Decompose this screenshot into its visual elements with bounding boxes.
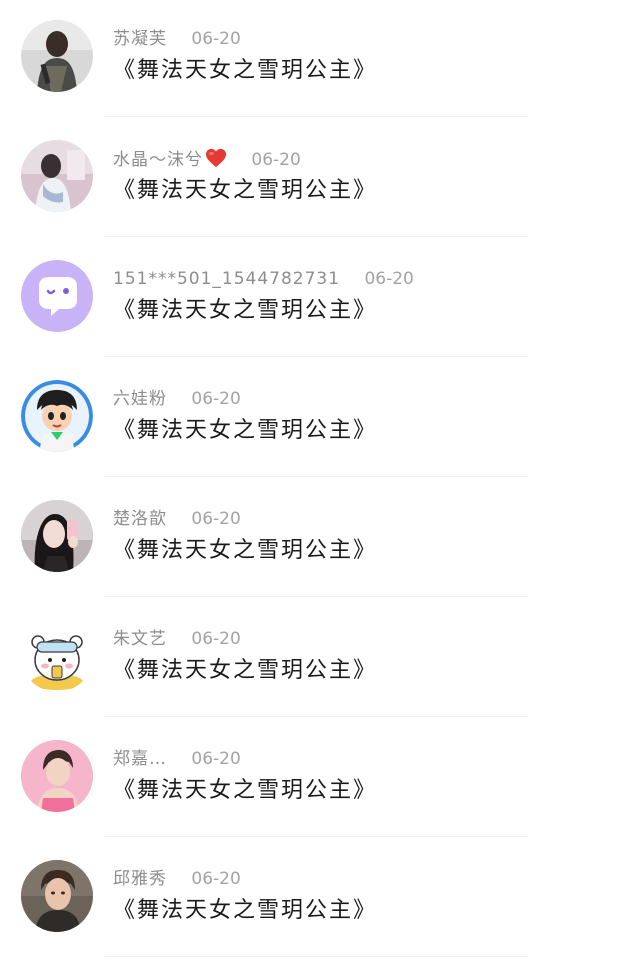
comment-meta: 邱雅秀 06-20 (113, 868, 241, 890)
comment-meta: 朱文艺 06-20 (113, 628, 241, 650)
username[interactable]: 邱雅秀 (113, 868, 167, 890)
comment-meta: 151***501_1544782731 06-20 (113, 268, 414, 290)
comment-date: 06-20 (191, 389, 241, 409)
comment-date: 06-20 (251, 150, 301, 170)
username[interactable]: 苏凝芙 (113, 28, 167, 50)
username[interactable]: 楚洛歆 (113, 508, 167, 530)
comment-text: 《舞法天女之雪玥公主》 (113, 58, 378, 83)
comment-date: 06-20 (191, 749, 241, 769)
comment-date: 06-20 (191, 629, 241, 649)
comment-item[interactable]: 151***501_1544782731 06-20 《舞法天女之雪玥公主》 (0, 240, 640, 360)
comment-date: 06-20 (364, 269, 414, 289)
comment-text: 《舞法天女之雪玥公主》 (113, 538, 378, 563)
selfie-girl-avatar-icon[interactable] (21, 500, 93, 572)
comment-meta: 楚洛歆 06-20 (113, 508, 241, 530)
comment-item[interactable]: 苏凝芙 06-20 《舞法天女之雪玥公主》 (0, 0, 640, 120)
comment-date: 06-20 (191, 29, 241, 49)
comment-meta: 郑嘉… 06-20 (113, 748, 241, 770)
comment-item[interactable]: 邱雅秀 06-20 《舞法天女之雪玥公主》 (0, 840, 640, 960)
comment-text: 《舞法天女之雪玥公主》 (113, 178, 378, 203)
comment-date: 06-20 (191, 869, 241, 889)
comment-date: 06-20 (191, 509, 241, 529)
comment-item[interactable]: 六娃粉 06-20 《舞法天女之雪玥公主》 (0, 360, 640, 480)
default-chat-bubble-avatar-icon[interactable] (21, 260, 93, 332)
username[interactable]: 郑嘉… (113, 748, 167, 770)
divider (105, 236, 528, 237)
comment-meta: 水晶～沫兮 06-20 (113, 148, 301, 170)
comment-list: 苏凝芙 06-20 《舞法天女之雪玥公主》 水晶～沫兮 06-20 《舞法天女之… (0, 0, 640, 960)
divider (105, 956, 528, 957)
comment-text: 《舞法天女之雪玥公主》 (113, 898, 378, 923)
comment-item[interactable]: 朱文艺 06-20 《舞法天女之雪玥公主》 (0, 600, 640, 720)
comment-text: 《舞法天女之雪玥公主》 (113, 658, 378, 683)
comment-text: 《舞法天女之雪玥公主》 (113, 298, 378, 323)
comment-item[interactable]: 楚洛歆 06-20 《舞法天女之雪玥公主》 (0, 480, 640, 600)
username[interactable]: 水晶～沫兮 (113, 149, 203, 171)
avatar-dark-figure-icon[interactable] (21, 20, 93, 92)
comment-text: 《舞法天女之雪玥公主》 (113, 778, 378, 803)
username[interactable]: 六娃粉 (113, 388, 167, 410)
divider (105, 716, 528, 717)
username[interactable]: 朱文艺 (113, 628, 167, 650)
avatar-pink-room-icon[interactable] (21, 140, 93, 212)
cartoon-boy-avatar-icon[interactable] (21, 380, 93, 452)
cartoon-bear-avatar-icon[interactable] (21, 620, 93, 692)
username[interactable]: 151***501_1544782731 (113, 268, 340, 290)
comment-meta: 苏凝芙 06-20 (113, 28, 241, 50)
comment-item[interactable]: 郑嘉… 06-20 《舞法天女之雪玥公主》 (0, 720, 640, 840)
comment-item[interactable]: 水晶～沫兮 06-20 《舞法天女之雪玥公主》 (0, 120, 640, 240)
comment-text: 《舞法天女之雪玥公主》 (113, 418, 378, 443)
heart-emoji-icon (206, 148, 226, 168)
divider (105, 596, 528, 597)
comment-meta: 六娃粉 06-20 (113, 388, 241, 410)
divider (105, 476, 528, 477)
man-portrait-avatar-icon[interactable] (21, 860, 93, 932)
divider (105, 836, 528, 837)
divider (105, 116, 528, 117)
pink-portrait-avatar-icon[interactable] (21, 740, 93, 812)
divider (105, 356, 528, 357)
